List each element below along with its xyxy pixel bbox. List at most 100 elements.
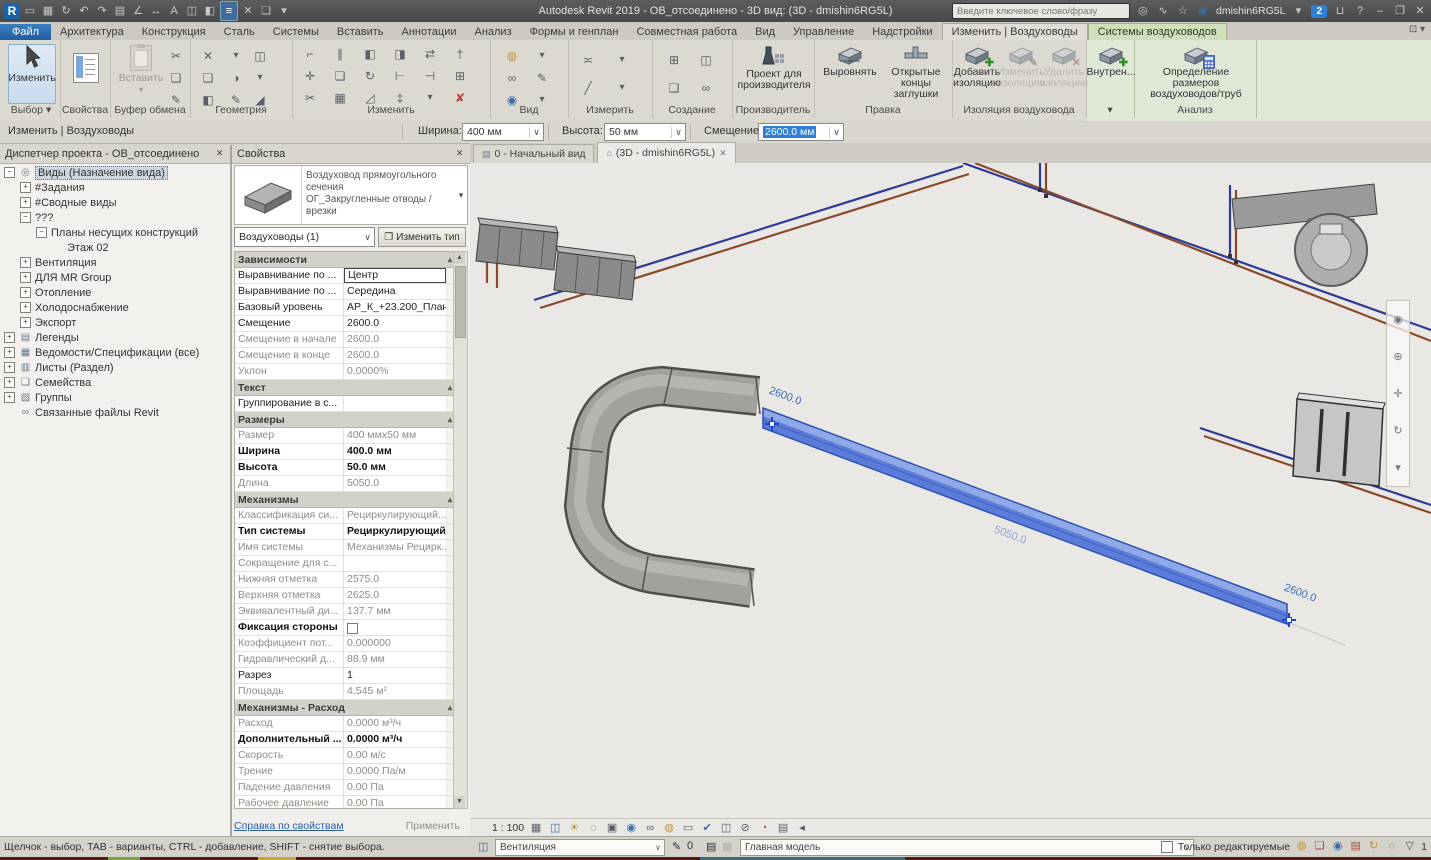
displaced-elements-icon[interactable]: ◫ (719, 821, 733, 835)
create-group-icon[interactable]: ❏ (666, 80, 682, 96)
save-icon[interactable]: ▦ (40, 2, 56, 20)
selection-caret-icon[interactable]: ∨ (361, 232, 374, 243)
editing-requests-icon[interactable]: ✎ (672, 840, 681, 853)
view-caret-icon[interactable]: ▾ (534, 48, 550, 64)
dim-offset-end[interactable]: 2600.0 (1282, 582, 1318, 605)
tree-item-export[interactable]: +Экспорт (0, 315, 230, 330)
analytical-model-icon[interactable]: ◔ (757, 821, 771, 835)
group-header-mechanical[interactable]: Механизмы▴ (235, 492, 455, 508)
trim-icon[interactable]: ⊢ (392, 68, 408, 84)
copy-element-icon[interactable]: ❏ (332, 68, 348, 84)
properties-scrollbar[interactable]: ▲ ▼ (453, 251, 468, 809)
align-icon[interactable]: ⌐ (302, 46, 318, 62)
scroll-thumb[interactable] (455, 266, 466, 338)
cut-geometry-icon[interactable]: ✕ (200, 48, 216, 64)
create-assembly-icon[interactable]: ∞ (698, 80, 714, 96)
reveal-hidden-icon[interactable]: ◍ (662, 821, 676, 835)
collapse-icon[interactable]: ▴ (448, 703, 452, 712)
properties-button[interactable] (72, 52, 100, 94)
revit-logo-icon[interactable]: R (4, 3, 20, 19)
cut-icon[interactable]: ✂ (168, 48, 184, 64)
width-caret-icon[interactable]: ∨ (529, 127, 543, 138)
panel-label-duct-lining[interactable]: ▾ (1086, 104, 1134, 116)
offset-combo[interactable]: 2600.0 мм ∨ (758, 123, 844, 141)
lightbulb-icon[interactable]: ◍ (504, 48, 520, 64)
join-caret-icon[interactable]: ▾ (252, 70, 268, 86)
tab-collaborate[interactable]: Совместная работа (627, 24, 746, 40)
tree-item-etazh-02[interactable]: Этаж 02 (0, 240, 230, 255)
clipboard-status-icon[interactable]: ▤ (1349, 840, 1362, 853)
tree-item-mr-group[interactable]: +ДЛЯ MR Group (0, 270, 230, 285)
tab-analyze[interactable]: Анализ (465, 24, 520, 40)
collapse-icon[interactable]: ▴ (448, 383, 452, 392)
section-icon[interactable]: ◧ (202, 2, 218, 20)
cap-open-ends-button[interactable]: Открытые концы заглушки (882, 44, 950, 104)
type-selector[interactable]: Воздуховод прямоугольного сечения ОГ_Зак… (234, 165, 468, 225)
collapse-icon[interactable]: ▴ (448, 255, 452, 264)
help-icon[interactable]: ? (1353, 2, 1367, 20)
orbit-icon[interactable]: ↻ (1393, 424, 1402, 437)
editable-only-checkbox[interactable] (1161, 841, 1173, 853)
temporary-hide-icon[interactable]: ∞ (643, 821, 657, 835)
type-caret-icon[interactable]: ▾ (455, 166, 467, 224)
tree-item-svodnye[interactable]: +#Сводные виды (0, 195, 230, 210)
user-name[interactable]: dmishin6RG5L (1216, 5, 1285, 17)
selected-duct[interactable] (763, 408, 1287, 624)
override-graphics-icon[interactable]: ✎ (534, 70, 550, 86)
edit-insulation-button[interactable]: ✎ Изменить изоляцию (998, 44, 1044, 104)
mirror-axis-icon[interactable]: ◨ (392, 46, 408, 62)
shadows-icon[interactable]: ◌ (586, 821, 600, 835)
zoom-icon[interactable]: ⊕ (1393, 350, 1402, 363)
qat-customize-caret-icon[interactable]: ▾ (276, 2, 292, 20)
tree-item-views[interactable]: −◎Виды (Назначение вида) (0, 165, 230, 180)
exclude-options-icon[interactable]: ◌ (1385, 840, 1398, 853)
workset-combo[interactable]: Вентиляция ∨ (495, 839, 665, 856)
switch-windows-icon[interactable]: ❏ (258, 2, 274, 20)
tab-massing-site[interactable]: Формы и генплан (521, 24, 628, 40)
copy-geometry-icon[interactable]: ❏ (200, 70, 216, 86)
steering-wheel-icon[interactable]: ◉ (1393, 313, 1403, 326)
project-browser-header[interactable]: Диспетчер проекта - ОВ_отсоединено ✕ (0, 145, 230, 164)
tab-steel[interactable]: Сталь (215, 24, 264, 40)
mirror-pick-icon[interactable]: ◧ (362, 46, 378, 62)
design-options-icon[interactable]: ▦ (722, 840, 732, 853)
tab-file[interactable]: Файл (0, 24, 51, 40)
height-combo[interactable]: 50 мм ∨ (604, 123, 686, 141)
redo-icon[interactable]: ↷ (94, 2, 110, 20)
scroll-up-icon[interactable]: ▲ (454, 252, 465, 264)
apply-button[interactable]: Применить (406, 820, 466, 832)
selection-filter-icon[interactable]: ▽ (1403, 840, 1416, 853)
links-status-icon[interactable]: ❏ (1313, 840, 1326, 853)
tree-item-families[interactable]: +❏Семейства (0, 375, 230, 390)
array-icon[interactable]: ⊞ (452, 68, 468, 84)
borrowers-icon[interactable]: ◉ (1331, 840, 1344, 853)
thin-lines-icon[interactable]: ≡ (220, 1, 238, 21)
minimize-icon[interactable]: – (1373, 2, 1387, 20)
create-similar-icon[interactable]: ⊞ (666, 52, 682, 68)
right-radiator[interactable] (1293, 393, 1385, 486)
workset-icon[interactable]: ◫ (478, 840, 488, 853)
sun-path-icon[interactable]: ☀ (567, 821, 581, 835)
tree-item-revit-links[interactable]: ∞Связанные файлы Revit (0, 405, 230, 420)
dim-length[interactable]: 5050.0 (992, 524, 1028, 547)
tree-item-cooling[interactable]: +Холодоснабжение (0, 300, 230, 315)
join-icon[interactable]: ◫ (252, 48, 268, 64)
tab-manage[interactable]: Управление (784, 24, 863, 40)
design-option-combo[interactable]: Главная модель ∨ (740, 839, 1194, 856)
view-tab-3d[interactable]: ⌂ (3D - dmishin6RG5L) ✕ (597, 142, 735, 163)
collapse-icon[interactable]: ▴ (448, 495, 452, 504)
detail-level-icon[interactable]: ▦ (529, 821, 543, 835)
tab-structure[interactable]: Конструкция (133, 24, 215, 40)
justify-button[interactable]: Выровнять (818, 44, 882, 104)
tree-item-schedules[interactable]: +▦Ведомости/Спецификации (все) (0, 345, 230, 360)
tree-item-sheets[interactable]: +▥Листы (Раздел) (0, 360, 230, 375)
offset-caret-icon[interactable]: ∨ (829, 127, 843, 138)
measure-caret-icon[interactable]: ▾ (614, 52, 630, 68)
background-processes-icon[interactable]: ◍ (1295, 840, 1308, 853)
scroll-down-icon[interactable]: ▼ (454, 796, 465, 808)
manufacturer-project-button[interactable]: Проект для производителя (736, 44, 812, 104)
vcb-collapse-icon[interactable]: ◂ (795, 821, 809, 835)
rotate-icon[interactable]: ↻ (362, 68, 378, 84)
navbar-more-icon[interactable]: ▾ (1395, 461, 1401, 474)
copy-icon[interactable]: ❏ (168, 70, 184, 86)
